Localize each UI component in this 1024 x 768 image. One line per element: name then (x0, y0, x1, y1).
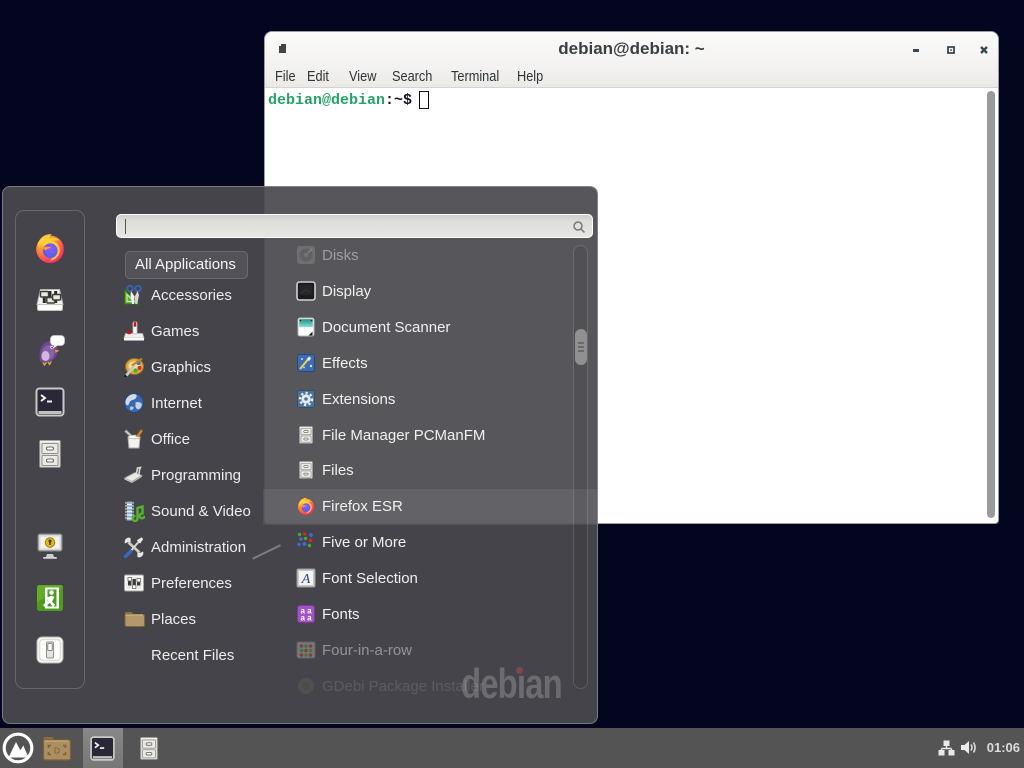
svg-text:a a: a a (300, 614, 312, 623)
svg-text:A: A (301, 572, 311, 587)
svg-text:D: D (54, 746, 60, 756)
